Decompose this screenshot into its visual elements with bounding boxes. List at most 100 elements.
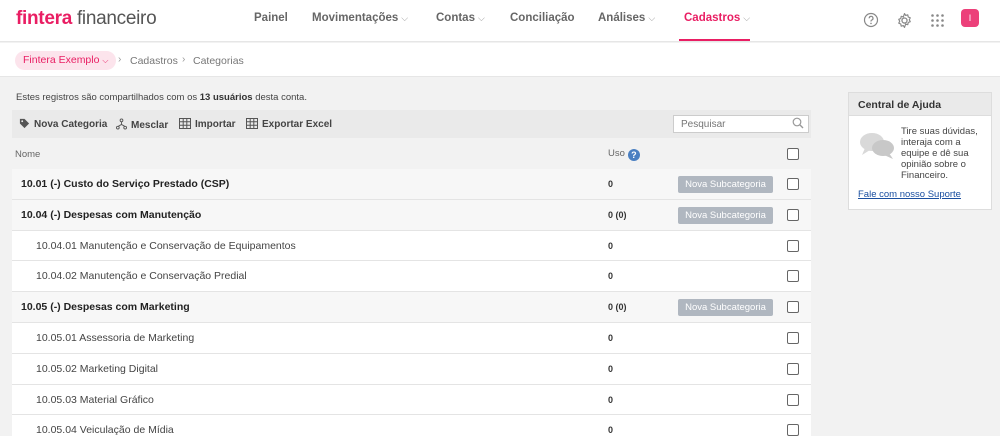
usage-count: 0 <box>608 363 614 374</box>
category-name[interactable]: 10.05.01 Assessoria de Marketing <box>36 332 194 344</box>
table-row[interactable]: 10.01 (-) Custo do Serviço Prestado (CSP… <box>12 169 811 200</box>
info-prefix: Estes registros são compartilhados com o… <box>16 92 200 103</box>
usage-count: 0 <box>608 240 614 251</box>
usage-count: 0 <box>608 271 614 282</box>
new-category-label: Nova Categoria <box>34 119 108 130</box>
usage-count: 0 (0) <box>608 302 627 313</box>
breadcrumb-item-categorias: Categorias <box>193 55 244 67</box>
category-name[interactable]: 10.01 (-) Custo do Serviço Prestado (CSP… <box>21 178 229 190</box>
shared-info-text: Estes registros são compartilhados com o… <box>16 92 307 103</box>
table-row[interactable]: 10.04.02 Manutenção e Conservação Predia… <box>12 261 811 293</box>
apps-grid-icon[interactable] <box>927 10 947 30</box>
table-icon <box>246 118 258 129</box>
breadcrumb-separator: › <box>118 54 122 65</box>
nav-cadastros[interactable]: Cadastros ⌵ <box>684 12 750 24</box>
help-center-panel: Central de Ajuda Tire suas dúvidas, inte… <box>848 92 992 210</box>
nav-contas[interactable]: Contas ⌵ <box>436 12 485 24</box>
nav-label: Movimentações <box>312 12 399 24</box>
search-input[interactable] <box>673 115 809 133</box>
row-checkbox[interactable] <box>787 331 799 344</box>
import-button[interactable]: Importar <box>179 118 236 130</box>
row-checkbox[interactable] <box>787 301 799 314</box>
nav-label: Contas <box>436 12 475 24</box>
info-suffix: desta conta. <box>252 92 307 103</box>
chevron-down-icon: ⌵ <box>102 56 109 65</box>
merge-button[interactable]: Mesclar <box>116 118 168 131</box>
support-link[interactable]: Fale com nosso Suporte <box>858 189 961 200</box>
org-selector[interactable]: Fintera Exemplo ⌵ <box>15 51 117 70</box>
row-checkbox[interactable] <box>787 208 799 221</box>
new-subcategory-button[interactable]: Nova Subcategoria <box>678 206 773 224</box>
category-name[interactable]: 10.05.02 Marketing Digital <box>36 363 158 375</box>
usage-count: 0 <box>608 425 614 436</box>
app-logo[interactable]: fintera financeiro <box>16 8 157 30</box>
nav-analises[interactable]: Análises ⌵ <box>598 12 655 24</box>
category-name[interactable]: 10.04.02 Manutenção e Conservação Predia… <box>36 270 247 282</box>
table-row[interactable]: 10.05.04 Veiculação de Mídia 0 <box>12 415 811 436</box>
category-name[interactable]: 10.05.04 Veiculação de Mídia <box>36 424 174 436</box>
nav-painel[interactable]: Painel <box>254 12 288 24</box>
breadcrumb-item-cadastros[interactable]: Cadastros <box>130 55 178 67</box>
table-icon <box>179 118 191 129</box>
usage-count: 0 <box>608 179 614 189</box>
org-name: Fintera Exemplo <box>23 54 100 66</box>
table-body: 10.01 (-) Custo do Serviço Prestado (CSP… <box>12 169 811 436</box>
table-header: Nome Uso? <box>12 139 811 169</box>
category-name[interactable]: 10.05.03 Material Gráfico <box>36 394 154 406</box>
table-row[interactable]: 10.04 (-) Despesas com Manutenção 0 (0) No… <box>12 199 811 231</box>
row-checkbox[interactable] <box>787 178 799 190</box>
row-checkbox[interactable] <box>787 270 799 283</box>
usage-count: 0 <box>608 332 614 343</box>
chevron-down-icon: ⌵ <box>743 13 751 23</box>
active-nav-indicator <box>679 39 750 41</box>
select-all-checkbox[interactable] <box>787 148 799 160</box>
import-label: Importar <box>195 119 236 130</box>
chat-bubbles-icon <box>860 133 894 159</box>
table-row[interactable]: 10.04.01 Manutenção e Conservação de Equ… <box>12 230 811 262</box>
info-user-count: 13 usuários <box>199 92 253 103</box>
category-name[interactable]: 10.04 (-) Despesas com Manutenção <box>21 209 201 221</box>
categories-table: Nome Uso? 10.01 (-) Custo do Serviço Pre… <box>12 139 811 436</box>
breadcrumb: Fintera Exemplo ⌵ › Cadastros › Categori… <box>0 43 1000 77</box>
new-category-button[interactable]: Nova Categoria <box>19 118 107 130</box>
help-center-text: Tire suas dúvidas, interaja com a equipe… <box>901 126 978 181</box>
help-circle-icon[interactable] <box>861 10 881 30</box>
nav-label: Cadastros <box>684 12 741 24</box>
row-checkbox[interactable] <box>787 424 799 436</box>
usage-count: 0 (0) <box>608 209 627 220</box>
table-row[interactable]: 10.05.01 Assessoria de Marketing 0 <box>12 322 811 354</box>
table-row[interactable]: 10.05 (-) Despesas com Marketing 0 (0) Nov… <box>12 292 811 323</box>
nav-label: Análises <box>598 12 646 24</box>
help-icon[interactable]: ? <box>627 149 640 161</box>
logo-brand: fintera <box>16 8 72 29</box>
row-checkbox[interactable] <box>787 393 799 406</box>
usage-count: 0 <box>608 394 614 405</box>
avatar-initial: I <box>968 13 972 23</box>
merge-icon <box>116 118 127 130</box>
chevron-down-icon: ⌵ <box>648 13 656 23</box>
table-row[interactable]: 10.05.02 Marketing Digital 0 <box>12 353 811 385</box>
new-subcategory-button[interactable]: Nova Subcategoria <box>678 176 773 193</box>
search-icon[interactable] <box>792 117 804 132</box>
column-header-usage: Uso? <box>608 148 640 161</box>
nav-conciliacao[interactable]: Conciliação <box>510 12 575 24</box>
help-center-title: Central de Ajuda <box>849 93 991 116</box>
chevron-down-icon: ⌵ <box>477 13 485 23</box>
usage-label: Uso <box>608 148 625 159</box>
export-excel-label: Exportar Excel <box>262 119 333 130</box>
table-row[interactable]: 10.05.03 Material Gráfico 0 <box>12 384 811 416</box>
breadcrumb-separator: › <box>182 54 186 65</box>
user-avatar[interactable]: I <box>961 9 979 27</box>
merge-label: Mesclar <box>131 120 169 131</box>
top-navbar: fintera financeiro Painel Movimentações ⌵… <box>0 0 1000 42</box>
gear-icon[interactable] <box>894 10 914 30</box>
nav-movimentacoes[interactable]: Movimentações ⌵ <box>312 12 408 24</box>
category-name[interactable]: 10.04.01 Manutenção e Conservação de Equ… <box>36 240 296 252</box>
export-excel-button[interactable]: Exportar Excel <box>246 118 332 130</box>
column-header-name[interactable]: Nome <box>15 149 40 160</box>
row-checkbox[interactable] <box>787 239 799 252</box>
nav-label: Painel <box>254 12 288 24</box>
category-name[interactable]: 10.05 (-) Despesas com Marketing <box>21 301 190 313</box>
new-subcategory-button[interactable]: Nova Subcategoria <box>678 299 773 317</box>
row-checkbox[interactable] <box>787 362 799 375</box>
